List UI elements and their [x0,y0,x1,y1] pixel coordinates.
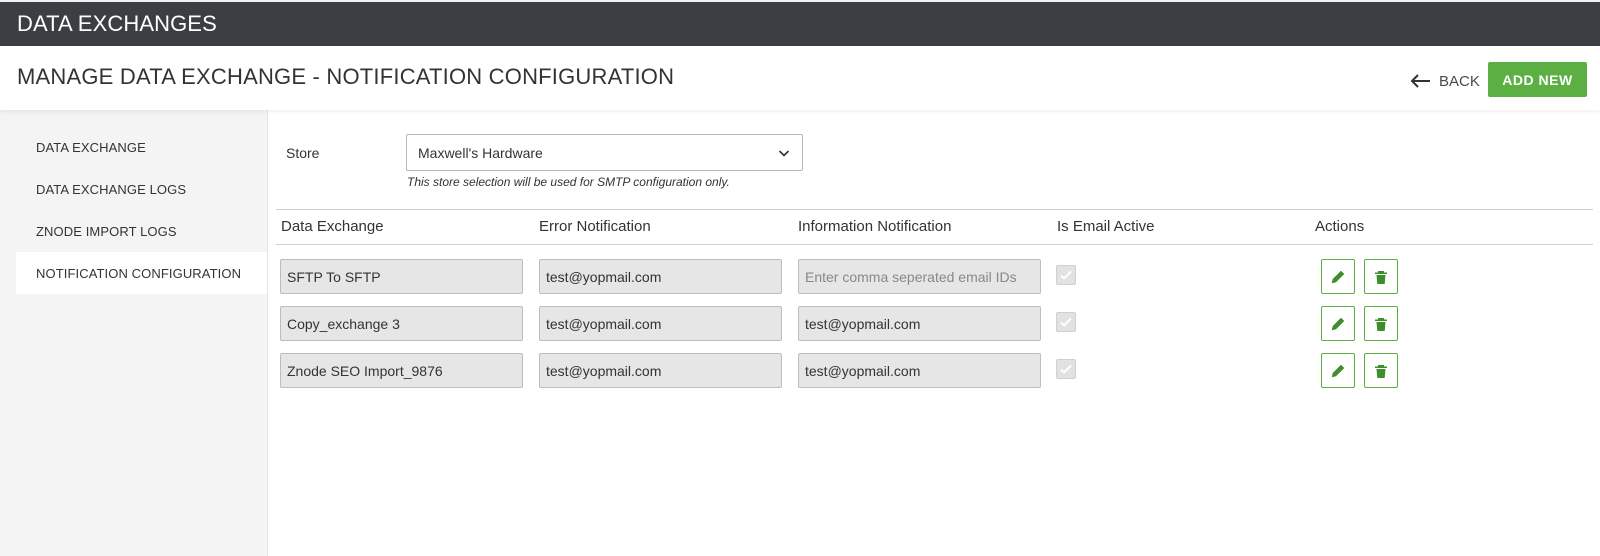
edit-button[interactable] [1321,306,1355,341]
information-notification-field[interactable]: Enter comma seperated email IDs [798,259,1041,294]
store-select[interactable]: Maxwell's Hardware [406,134,803,171]
edit-button[interactable] [1321,353,1355,388]
page-title: MANAGE DATA EXCHANGE - NOTIFICATION CONF… [17,64,675,89]
sidebar-item-znode-import-logs[interactable]: ZNODE IMPORT LOGS [16,210,267,252]
data-exchange-field[interactable]: SFTP To SFTP [280,259,523,294]
app-title: DATA EXCHANGES [17,11,217,36]
trash-icon [1375,317,1387,331]
trash-icon [1375,270,1387,284]
delete-button[interactable] [1364,353,1398,388]
main-content: Store Maxwell's Hardware This store sele… [267,110,1600,556]
information-notification-field[interactable]: test@yopmail.com [798,306,1041,341]
pencil-icon [1331,364,1345,377]
edit-button[interactable] [1321,259,1355,294]
error-notification-field[interactable]: test@yopmail.com [539,353,782,388]
email-active-checkbox[interactable] [1056,312,1076,332]
delete-button[interactable] [1364,259,1398,294]
column-header-actions: Actions [1315,218,1365,235]
chevron-down-icon [778,150,790,157]
column-header-error-notification: Error Notification [539,218,651,235]
page-header: MANAGE DATA EXCHANGE - NOTIFICATION CONF… [0,46,1600,110]
check-icon [1060,270,1072,280]
pencil-icon [1331,317,1345,330]
error-notification-field[interactable]: test@yopmail.com [539,306,782,341]
column-header-is-email-active: Is Email Active [1057,218,1155,235]
grid-header-divider [276,244,1593,245]
sidebar-item-notification-configuration[interactable]: NOTIFICATION CONFIGURATION [16,252,267,294]
sidebar-item-data-exchange-logs[interactable]: DATA EXCHANGE LOGS [16,168,267,210]
column-header-information-notification: Information Notification [798,218,952,235]
top-bar: DATA EXCHANGES [0,0,1600,46]
back-button[interactable]: BACK [1409,70,1480,92]
grid-top-divider [276,209,1593,210]
email-active-checkbox[interactable] [1056,359,1076,379]
check-icon [1060,364,1072,374]
store-selected-value: Maxwell's Hardware [418,144,543,161]
data-exchange-field[interactable]: Copy_exchange 3 [280,306,523,341]
error-notification-field[interactable]: test@yopmail.com [539,259,782,294]
pencil-icon [1331,270,1345,283]
delete-button[interactable] [1364,306,1398,341]
arrow-left-icon [1410,74,1430,88]
data-exchange-field[interactable]: Znode SEO Import_9876 [280,353,523,388]
column-header-data-exchange: Data Exchange [281,218,384,235]
sidebar: DATA EXCHANGE DATA EXCHANGE LOGS ZNODE I… [0,110,267,556]
sidebar-item-data-exchange[interactable]: DATA EXCHANGE [16,126,267,168]
back-label: BACK [1439,72,1480,90]
store-label: Store [286,145,320,161]
check-icon [1060,317,1072,327]
trash-icon [1375,364,1387,378]
information-notification-field[interactable]: test@yopmail.com [798,353,1041,388]
store-hint: This store selection will be used for SM… [407,175,730,189]
email-active-checkbox[interactable] [1056,265,1076,285]
add-new-button[interactable]: ADD NEW [1488,62,1587,97]
